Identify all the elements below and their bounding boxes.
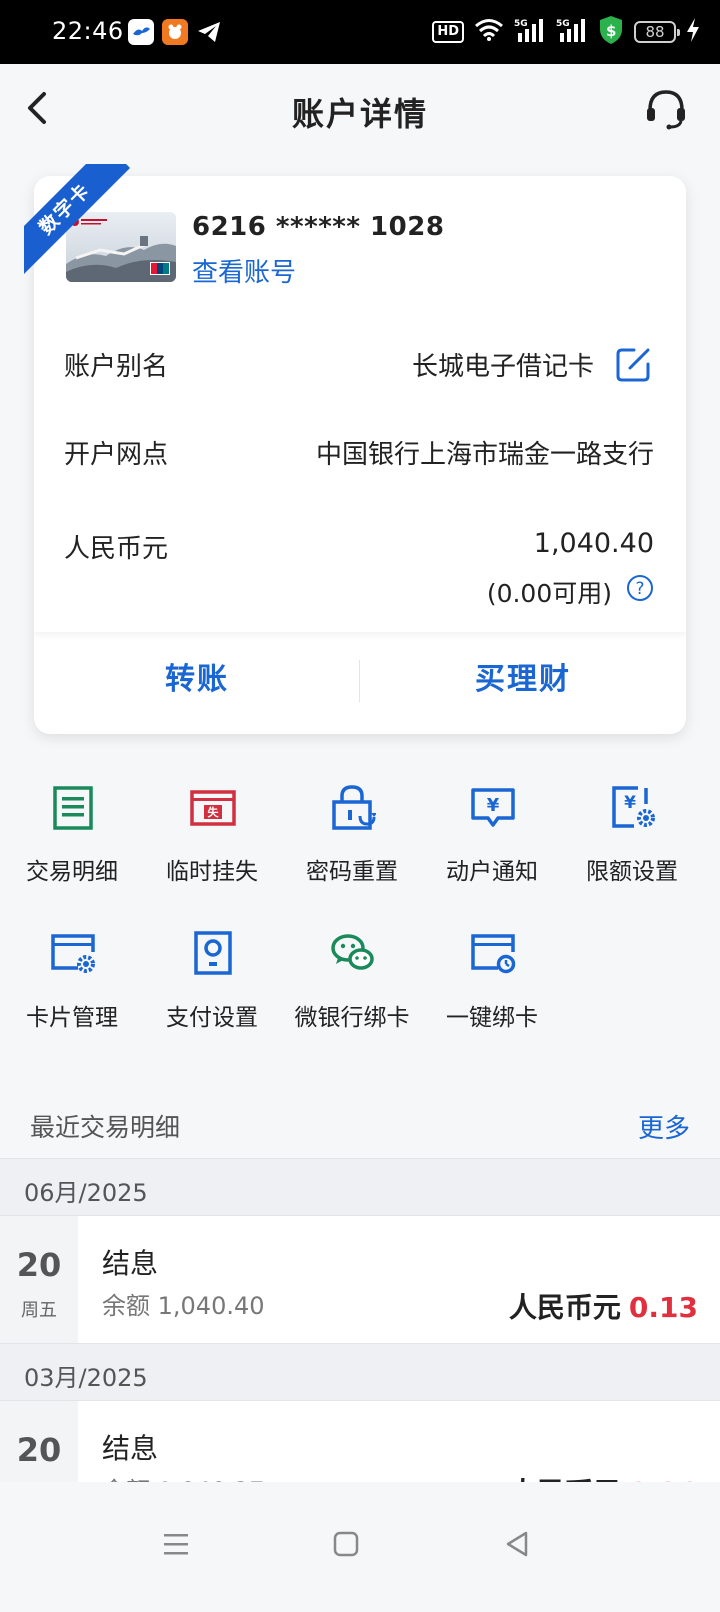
balance-row: 人民币元 1,040.40 [64, 528, 654, 568]
grid-label: 卡片管理 [26, 1005, 118, 1031]
transaction-amount: 人民币元 0.13 [509, 1286, 698, 1326]
grid-item-transaction-details[interactable]: 交易明细 [0, 784, 144, 904]
transaction-value: 0.13 [628, 1291, 698, 1324]
grid-item-card-management[interactable]: 卡片管理 [0, 930, 144, 1050]
wifi-icon [474, 18, 504, 46]
grid-item-password-reset[interactable]: 密码重置 [280, 784, 424, 904]
more-link[interactable]: 更多 [638, 1108, 690, 1145]
transaction-day: 20 [16, 1246, 62, 1284]
digital-card-badge: 数字卡 [24, 164, 144, 284]
grid-label: 微银行绑卡 [294, 1005, 410, 1031]
transaction-weekday: 周五 [21, 1300, 57, 1321]
phone-pay-icon [194, 931, 232, 975]
edit-alias-button[interactable] [614, 344, 654, 384]
card-settings-icon [51, 934, 95, 973]
digital-card-label: 数字卡 [24, 164, 131, 275]
card-actions: 转账 买理财 [34, 632, 686, 734]
yuan-settings-icon: ¥ [612, 786, 655, 828]
hd-icon: HD [432, 21, 464, 43]
transaction-item[interactable]: 20 周五 结息 余额 1,040.40 人民币元 0.13 [0, 1216, 720, 1344]
battery-icon: 88 [634, 21, 680, 43]
recent-transactions-header: 最近交易明细 更多 [0, 1094, 720, 1160]
alias-row: 账户别名 长城电子借记卡 [64, 346, 654, 386]
grid-item-one-click-bind[interactable]: 一键绑卡 [420, 930, 564, 1050]
back-nav-button[interactable] [498, 1524, 538, 1564]
grid-label: 一键绑卡 [446, 1005, 538, 1031]
month-header: 06月/2025 [0, 1158, 720, 1216]
help-button[interactable]: ? [626, 574, 654, 602]
alias-label: 账户别名 [64, 352, 169, 382]
transaction-day: 20 [16, 1431, 62, 1469]
status-bar: 22:46 HD 5G 5G $ 88 [0, 0, 720, 64]
square-icon [333, 1531, 359, 1557]
recent-title: 最近交易明细 [30, 1113, 181, 1142]
svg-text:¥: ¥ [487, 795, 500, 816]
document-list-icon [53, 786, 93, 830]
grid-label: 临时挂失 [166, 859, 258, 885]
transaction-date: 20 周五 [0, 1216, 78, 1344]
svg-text:失: 失 [208, 805, 220, 819]
transfer-button[interactable]: 转账 [34, 632, 360, 732]
status-time: 22:46 [52, 17, 124, 45]
grid-label: 动户通知 [446, 859, 538, 885]
question-icon: ? [627, 575, 653, 601]
grid-label: 限额设置 [586, 859, 678, 885]
month-label: 06月/2025 [24, 1179, 148, 1207]
grid-item-temporary-loss[interactable]: 失 临时挂失 [140, 784, 284, 904]
grid-label: 密码重置 [306, 859, 398, 885]
header: 账户详情 [0, 64, 720, 154]
telegram-icon [196, 20, 222, 44]
available-balance: (0.00可用) [486, 579, 612, 608]
transaction-balance: 余额 1,040.40 [102, 1292, 265, 1320]
edit-icon [616, 348, 650, 382]
app-notification-icon [128, 19, 154, 45]
lock-reset-icon [332, 785, 376, 830]
grid-label: 支付设置 [166, 1005, 258, 1031]
month-header: 03月/2025 [0, 1343, 720, 1401]
home-nav-button[interactable] [326, 1524, 366, 1564]
security-shield-icon: $ [598, 15, 624, 49]
month-label: 03月/2025 [24, 1364, 148, 1392]
branch-value: 中国银行上海市瑞金一路支行 [315, 440, 654, 470]
card-bind-icon [471, 934, 516, 974]
system-nav-bar [0, 1482, 720, 1612]
alias-value: 长城电子借记卡 [411, 352, 594, 382]
branch-label: 开户网点 [64, 440, 169, 470]
transaction-title: 结息 [102, 1247, 159, 1280]
wechat-icon [331, 934, 374, 970]
triangle-back-icon [506, 1531, 528, 1557]
customer-service-button[interactable] [642, 84, 690, 132]
grid-item-account-activity-notice[interactable]: ¥ 动户通知 [420, 784, 564, 904]
grid-item-payment-settings[interactable]: 支付设置 [140, 930, 284, 1050]
svg-text:5G: 5G [556, 19, 570, 29]
headset-icon [647, 90, 685, 130]
transaction-title: 结息 [102, 1432, 159, 1465]
charging-icon [686, 18, 700, 46]
page-title: 账户详情 [291, 95, 428, 133]
card-number: 6216 ****** 1028 [192, 212, 445, 242]
grid-item-wechat-bind[interactable]: 微银行绑卡 [280, 930, 424, 1050]
svg-text:¥: ¥ [624, 793, 636, 813]
svg-text:5G: 5G [514, 19, 528, 29]
signal-5g-icon: 5G [556, 17, 588, 47]
transaction-currency: 人民币元 [508, 1291, 621, 1324]
svg-text:$: $ [606, 22, 616, 40]
menu-nav-button[interactable] [156, 1524, 196, 1564]
grid-item-limit-settings[interactable]: ¥ 限额设置 [560, 784, 704, 904]
app-notification-icon [162, 19, 188, 45]
yuan-message-icon: ¥ [471, 788, 515, 827]
balance-value: 1,040.40 [533, 528, 654, 559]
grid-label: 交易明细 [26, 859, 118, 885]
loss-card-icon: 失 [190, 790, 236, 826]
view-account-link[interactable]: 查看账号 [192, 252, 296, 289]
buy-wealth-button[interactable]: 买理财 [360, 632, 686, 732]
menu-icon [164, 1534, 188, 1555]
status-icons: HD 5G 5G $ 88 [432, 16, 700, 48]
signal-5g-icon: 5G [514, 17, 546, 47]
branch-row: 开户网点 中国银行上海市瑞金一路支行 [64, 434, 654, 474]
currency-label: 人民币元 [64, 534, 169, 564]
svg-text:?: ? [635, 579, 644, 599]
